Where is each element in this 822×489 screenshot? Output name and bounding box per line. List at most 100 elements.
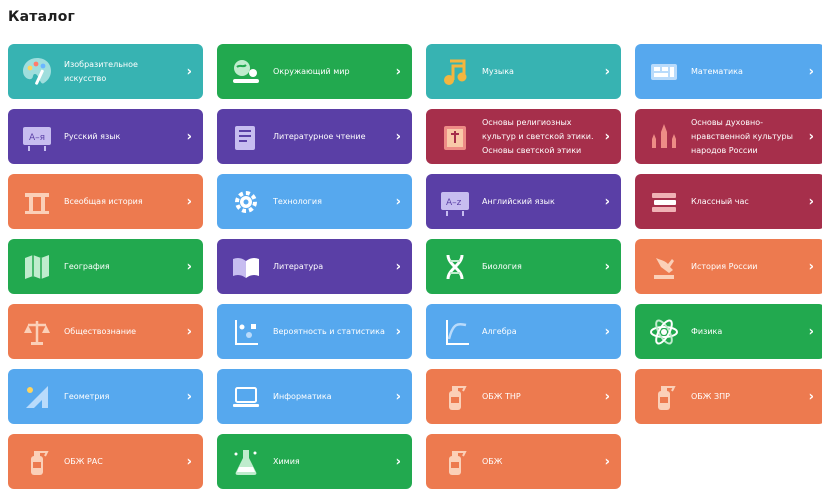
triangle-ruler-icon: [18, 378, 56, 416]
chevron-right-icon: ›: [186, 194, 192, 209]
flask-icon: [227, 443, 265, 481]
subject-card-world[interactable]: Окружающий мир ›: [217, 44, 412, 99]
subject-card-label: Химия: [273, 456, 300, 466]
chevron-right-icon: ›: [186, 324, 192, 339]
subject-card-physics[interactable]: Физика ›: [635, 304, 822, 359]
subject-card-geometry[interactable]: Геометрия ›: [8, 369, 203, 424]
subject-card-russian-history[interactable]: История России ›: [635, 239, 822, 294]
chevron-right-icon: ›: [395, 194, 401, 209]
subject-card-algebra[interactable]: Алгебра ›: [426, 304, 621, 359]
svg-text:А–я: А–я: [29, 133, 45, 143]
chevron-right-icon: ›: [604, 194, 610, 209]
subject-card-class-hour[interactable]: Классный час ›: [635, 174, 822, 229]
subject-card-obzh-zpr[interactable]: ОБЖ ЗПР ›: [635, 369, 822, 424]
world-icon: [227, 53, 265, 91]
dna-icon: [436, 248, 474, 286]
subject-card-english[interactable]: A–z Английский язык ›: [426, 174, 621, 229]
chevron-right-icon: ›: [604, 64, 610, 79]
chevron-right-icon: ›: [604, 324, 610, 339]
subject-card-russian[interactable]: А–я Русский язык ›: [8, 109, 203, 164]
chevron-right-icon: ›: [808, 64, 814, 79]
extinguisher-icon: [436, 378, 474, 416]
subject-card-label: Классный час: [691, 196, 749, 206]
open-book-icon: [227, 248, 265, 286]
extinguisher-icon: [18, 443, 56, 481]
chevron-right-icon: ›: [808, 324, 814, 339]
palette-icon: [18, 53, 56, 91]
chevron-right-icon: ›: [186, 64, 192, 79]
column-icon: [18, 183, 56, 221]
extinguisher-icon: [436, 443, 474, 481]
chevron-right-icon: ›: [186, 259, 192, 274]
chevron-right-icon: ›: [186, 129, 192, 144]
subject-card-label: Основы религиозных культур и светской эт…: [482, 117, 594, 155]
book-icon: [436, 118, 474, 156]
monument-icon: [645, 248, 683, 286]
subject-card-label: Алгебра: [482, 326, 517, 336]
subject-card-literature[interactable]: Литература ›: [217, 239, 412, 294]
subject-card-label: Музыка: [482, 66, 514, 76]
chevron-right-icon: ›: [604, 129, 610, 144]
chevron-right-icon: ›: [395, 64, 401, 79]
subject-card-label: Физика: [691, 326, 723, 336]
subject-card-probability[interactable]: Вероятность и статистика ›: [217, 304, 412, 359]
books-stack-icon: [645, 183, 683, 221]
chevron-right-icon: ›: [604, 454, 610, 469]
svg-text:A–z: A–z: [446, 198, 462, 208]
subject-card-label: Окружающий мир: [273, 66, 350, 76]
subject-card-music[interactable]: Музыка ›: [426, 44, 621, 99]
chevron-right-icon: ›: [604, 389, 610, 404]
subject-card-label: ОБЖ: [482, 456, 503, 466]
subject-card-label: Русский язык: [64, 131, 121, 141]
scales-icon: [18, 313, 56, 351]
chevron-right-icon: ›: [395, 324, 401, 339]
plot-icon: [227, 313, 265, 351]
subject-card-label: География: [64, 261, 110, 271]
chevron-right-icon: ›: [808, 194, 814, 209]
gear-icon: [227, 183, 265, 221]
chevron-right-icon: ›: [808, 389, 814, 404]
subject-card-literary-reading[interactable]: Литературное чтение ›: [217, 109, 412, 164]
subject-card-label: ОБЖ ТНР: [482, 391, 521, 401]
catalog-grid: Изобразительное искусство › Окружающий м…: [8, 44, 822, 489]
subject-card-chemistry[interactable]: Химия ›: [217, 434, 412, 489]
subject-card-informatics[interactable]: Информатика ›: [217, 369, 412, 424]
book-icon: [227, 118, 265, 156]
subject-card-orkse[interactable]: Основы религиозных культур и светской эт…: [426, 109, 621, 164]
music-note-icon: [436, 53, 474, 91]
subject-card-fine-arts[interactable]: Изобразительное искусство ›: [8, 44, 203, 99]
subject-card-obzh[interactable]: ОБЖ ›: [426, 434, 621, 489]
subject-card-label: Обществознание: [64, 326, 137, 336]
subject-card-social-studies[interactable]: Обществознание ›: [8, 304, 203, 359]
subject-card-obzh-ras[interactable]: ОБЖ РАС ›: [8, 434, 203, 489]
board-icon: A–z: [436, 183, 474, 221]
subject-card-geography[interactable]: География ›: [8, 239, 203, 294]
subject-card-math[interactable]: Математика ›: [635, 44, 822, 99]
subject-card-world-history[interactable]: Всеобщая история ›: [8, 174, 203, 229]
graph-icon: [436, 313, 474, 351]
chevron-right-icon: ›: [395, 454, 401, 469]
subject-card-label: ОБЖ ЗПР: [691, 391, 730, 401]
subject-card-odnknr[interactable]: Основы духовно-нравственной культуры нар…: [635, 109, 822, 164]
subject-card-biology[interactable]: Биология ›: [426, 239, 621, 294]
subject-card-label: Литературное чтение: [273, 131, 366, 141]
subject-card-label: Английский язык: [482, 196, 555, 206]
subject-card-technology[interactable]: Технология ›: [217, 174, 412, 229]
subject-card-label: Всеобщая история: [64, 196, 143, 206]
chevron-right-icon: ›: [808, 259, 814, 274]
subject-card-label: Биология: [482, 261, 522, 271]
subject-card-label: ОБЖ РАС: [64, 456, 103, 466]
chevron-right-icon: ›: [808, 129, 814, 144]
chevron-right-icon: ›: [186, 389, 192, 404]
kremlin-icon: [645, 118, 683, 156]
chevron-right-icon: ›: [395, 129, 401, 144]
subject-card-obzh-tnr[interactable]: ОБЖ ТНР ›: [426, 369, 621, 424]
chevron-right-icon: ›: [604, 259, 610, 274]
extinguisher-icon: [645, 378, 683, 416]
subject-card-label: Геометрия: [64, 391, 110, 401]
map-icon: [18, 248, 56, 286]
chevron-right-icon: ›: [395, 389, 401, 404]
chevron-right-icon: ›: [395, 259, 401, 274]
atom-icon: [645, 313, 683, 351]
subject-card-label: Литература: [273, 261, 324, 271]
